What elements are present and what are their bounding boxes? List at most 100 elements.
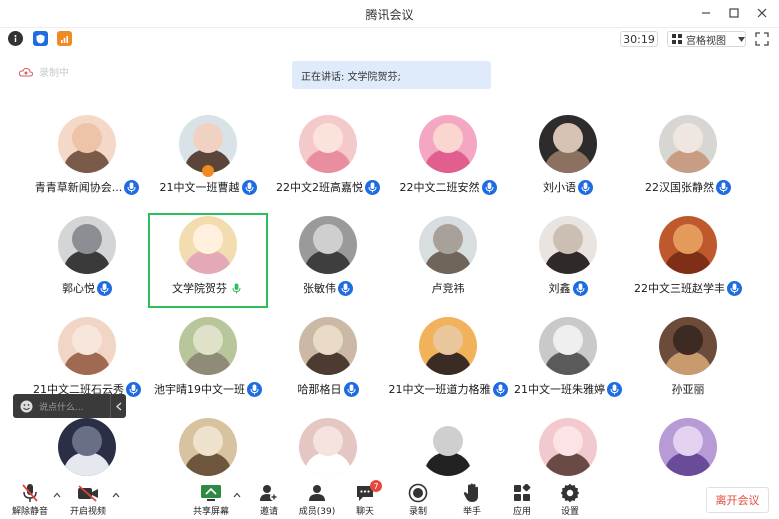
network-signal-icon[interactable] xyxy=(57,31,72,46)
recording-label: 录制中 xyxy=(39,68,69,79)
mic-icon xyxy=(607,381,622,397)
participant-avatar xyxy=(299,418,357,476)
add-user-icon xyxy=(258,483,280,503)
video-options-chevron-icon[interactable] xyxy=(112,491,122,501)
participant-tile[interactable]: 哈那格日 xyxy=(268,314,388,409)
participant-tile[interactable]: 21中文一班曹越 xyxy=(148,112,268,207)
smile-face-icon xyxy=(20,400,32,412)
recording-indicator: 录制中 xyxy=(19,64,69,79)
participant-tile[interactable]: 21中文一班朱雅婷 xyxy=(508,314,628,409)
grid-view-icon xyxy=(672,34,682,44)
record-icon xyxy=(407,483,429,503)
audio-options-chevron-icon[interactable] xyxy=(53,491,63,501)
participant-name-row: 刘小语 xyxy=(508,178,628,196)
info-glyph-icon xyxy=(14,35,17,42)
participant-avatar xyxy=(299,115,357,173)
record-label: 录制 xyxy=(408,507,427,517)
meeting-window: { "window": {"title": "腾讯会议"}, "toolbar"… xyxy=(0,0,779,519)
maximize-button[interactable] xyxy=(725,4,743,22)
mic-muted-icon xyxy=(19,483,41,503)
security-shield-icon[interactable] xyxy=(33,31,48,46)
leave-meeting-button[interactable]: 离开会议 xyxy=(706,487,769,513)
participant-tile[interactable]: 文学院贺芬 xyxy=(148,213,268,308)
participant-tile[interactable]: 青青草新闻协会... xyxy=(27,112,147,207)
participant-name: 22中文二班安然 xyxy=(399,181,480,194)
participant-tile[interactable]: 孙亚丽 xyxy=(628,314,748,409)
collapse-chat-button[interactable] xyxy=(110,394,126,418)
chat-button[interactable]: 7 聊天 xyxy=(345,480,385,517)
participant-avatar xyxy=(419,317,477,375)
cloud-record-icon xyxy=(19,67,33,76)
participant-tile[interactable]: 22中文三班赵学丰 xyxy=(628,213,748,308)
shield-icon xyxy=(36,34,45,43)
start-video-button[interactable]: 开启视频 xyxy=(68,483,108,517)
share-screen-button[interactable]: 共享屏幕 xyxy=(191,483,231,517)
meeting-timer: 30:19 xyxy=(620,31,658,47)
unmute-button[interactable]: 解除静音 xyxy=(10,483,50,517)
meeting-toolbar: 30:19 宫格视图 xyxy=(0,27,779,49)
participant-avatar xyxy=(299,216,357,274)
host-badge-icon xyxy=(202,165,214,177)
participant-avatar xyxy=(179,317,237,375)
mic-icon xyxy=(727,280,742,296)
participant-name: 卢竞祎 xyxy=(431,282,465,295)
participant-tile[interactable]: 池宇晴19中文一班 xyxy=(148,314,268,409)
participant-avatar xyxy=(659,418,717,476)
invite-button[interactable]: 邀请 xyxy=(249,483,289,517)
participant-name-row: 22中文2班高嘉悦 xyxy=(268,178,388,196)
participant-name-row: 哈那格日 xyxy=(268,380,388,398)
window-controls xyxy=(697,4,771,22)
fullscreen-button[interactable] xyxy=(755,31,771,47)
chat-placeholder[interactable]: 说点什么... xyxy=(39,400,110,413)
quick-chat-bubble[interactable]: 说点什么... xyxy=(13,394,126,418)
participant-avatar xyxy=(539,115,597,173)
settings-label: 设置 xyxy=(560,507,579,517)
participant-tile[interactable]: 卢竞祎 xyxy=(388,213,508,308)
close-icon xyxy=(757,8,767,18)
participant-tile[interactable]: 郭心悦 xyxy=(27,213,147,308)
raise-hand-button[interactable]: 举手 xyxy=(452,483,492,517)
chat-icon: 7 xyxy=(354,480,382,503)
participant-name: 22汉国张静然 xyxy=(645,181,714,194)
fullscreen-icon xyxy=(755,32,769,46)
participant-name-row: 郭心悦 xyxy=(27,279,147,297)
participant-name: 22中文三班赵学丰 xyxy=(634,282,725,295)
participant-name: 21中文一班道力格雅 xyxy=(388,383,491,396)
participant-name-row: 21中文一班道力格雅 xyxy=(388,380,508,398)
chat-label: 聊天 xyxy=(355,507,374,517)
minimize-button[interactable] xyxy=(697,4,715,22)
mic-icon xyxy=(247,381,262,397)
info-icon[interactable] xyxy=(8,31,23,46)
view-mode-button[interactable]: 宫格视图 xyxy=(667,31,746,47)
participant-name-row: 池宇晴19中文一班 xyxy=(148,380,268,398)
close-button[interactable] xyxy=(753,4,771,22)
participant-name-row: 刘鑫 xyxy=(508,279,628,297)
participant-tile[interactable]: 22汉国张静然 xyxy=(628,112,748,207)
participant-tile[interactable]: 21中文一班道力格雅 xyxy=(388,314,508,409)
start-video-label: 开启视频 xyxy=(69,507,106,517)
participant-name: 22中文2班高嘉悦 xyxy=(276,181,363,194)
maximize-icon xyxy=(729,8,739,18)
settings-button[interactable]: 设置 xyxy=(550,483,590,517)
participant-name-row: 孙亚丽 xyxy=(628,380,748,398)
window-title: 腾讯会议 xyxy=(365,8,414,22)
gear-icon xyxy=(559,483,581,503)
record-button[interactable]: 录制 xyxy=(398,483,438,517)
emoji-icon[interactable] xyxy=(13,394,39,418)
mic-icon xyxy=(572,280,588,296)
participant-tile[interactable]: 张敏伟 xyxy=(268,213,388,308)
participant-avatar xyxy=(299,317,357,375)
participant-tile[interactable]: 22中文二班安然 xyxy=(388,112,508,207)
participant-name-row: 22汉国张静然 xyxy=(628,178,748,196)
minimize-icon xyxy=(702,12,710,14)
participant-tile[interactable]: 刘鑫 xyxy=(508,213,628,308)
apps-button[interactable]: 应用 xyxy=(502,483,542,517)
participant-tile[interactable]: 刘小语 xyxy=(508,112,628,207)
mic-icon xyxy=(338,280,353,296)
members-button[interactable]: 成员(39) xyxy=(297,483,337,517)
participant-name: 21中文一班曹越 xyxy=(159,181,240,194)
share-options-chevron-icon[interactable] xyxy=(233,491,243,501)
participant-name: 刘鑫 xyxy=(548,282,571,295)
participant-tile[interactable]: 22中文2班高嘉悦 xyxy=(268,112,388,207)
title-bar: 腾讯会议 xyxy=(0,0,779,28)
